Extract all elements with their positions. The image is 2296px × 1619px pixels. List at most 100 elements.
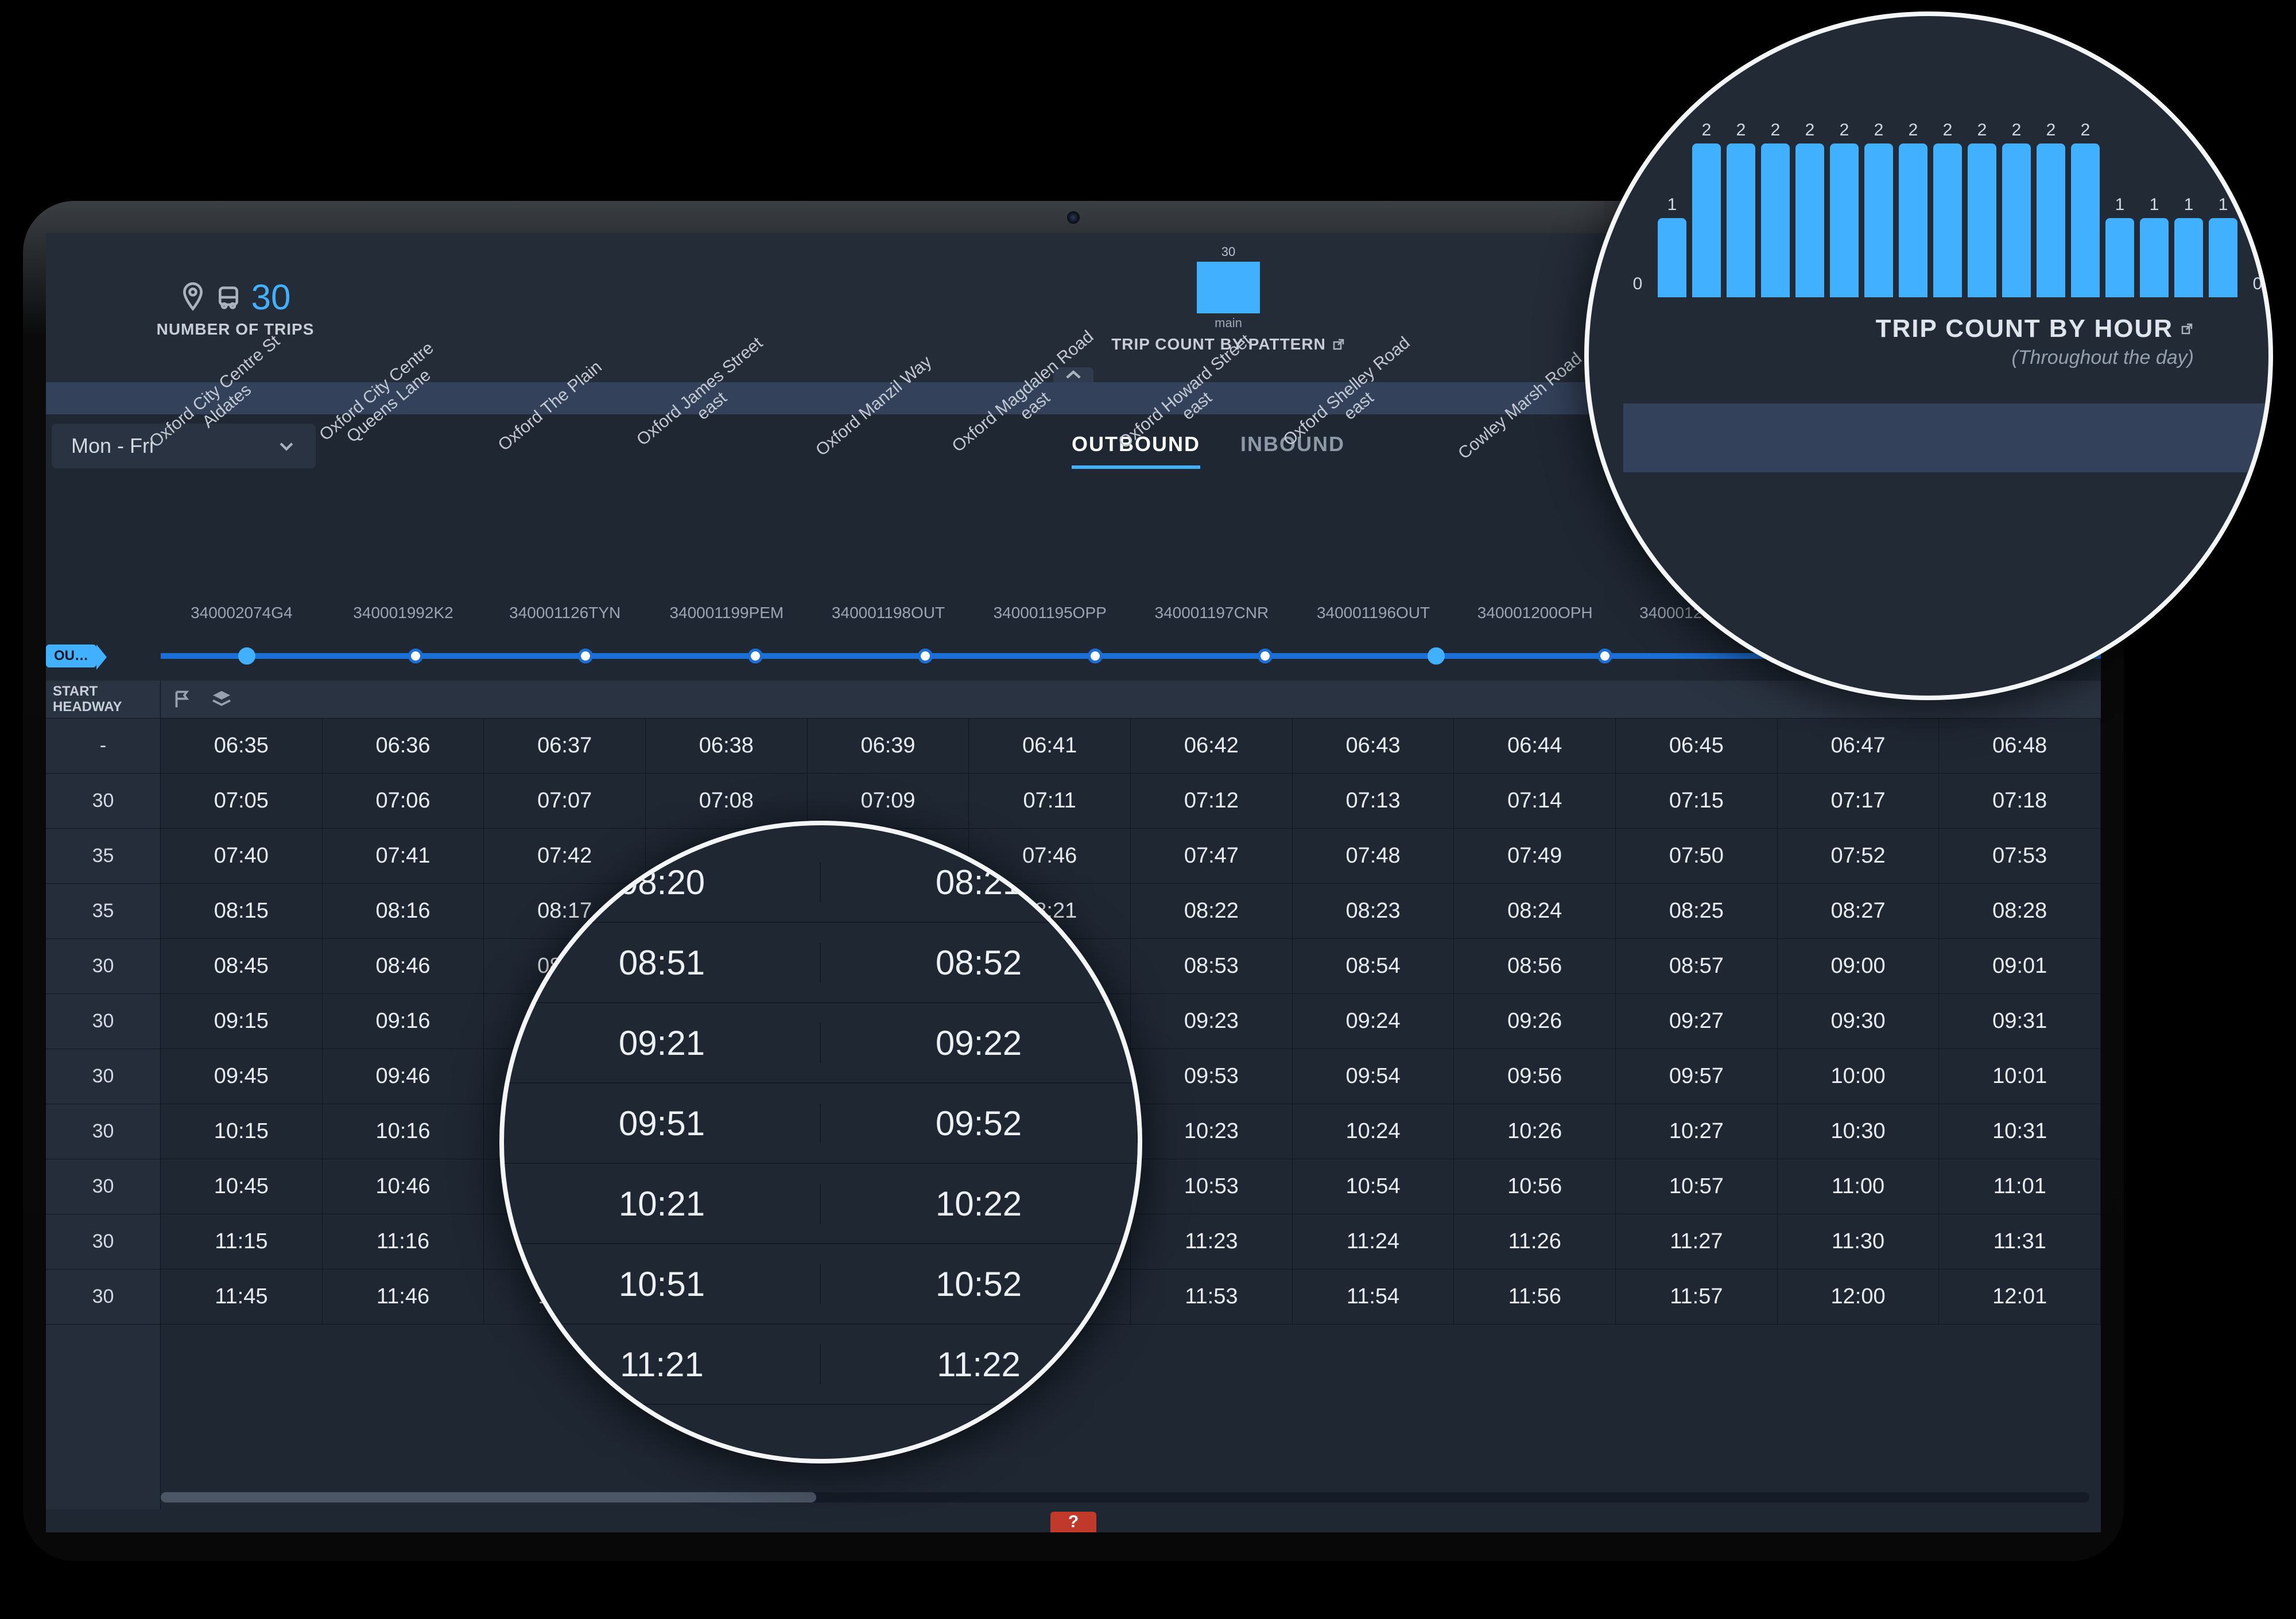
time-cell[interactable]: 11:00 [1778,1159,1940,1214]
time-cell[interactable]: 10:53 [1131,1159,1293,1214]
time-cell[interactable]: 10:01 [1939,1049,2101,1104]
stop-node[interactable] [1597,649,1612,663]
time-cell[interactable]: 11:26 [1454,1214,1616,1269]
time-cell[interactable]: 09:00 [1778,939,1940,993]
time-cell[interactable]: 07:13 [1293,774,1455,828]
time-cell[interactable]: 10:00 [1778,1049,1940,1104]
time-cell[interactable]: 09:27 [1616,994,1778,1049]
time-cell[interactable]: 10:56 [1454,1159,1616,1214]
time-cell[interactable]: 09:16 [323,994,484,1049]
time-cell[interactable]: 07:07 [484,774,646,828]
time-cell[interactable]: 06:38 [646,719,808,773]
time-cell[interactable]: 07:12 [1131,774,1293,828]
stop-node[interactable] [1428,647,1445,665]
stop-node[interactable] [1258,649,1273,663]
time-cell[interactable]: 10:57 [1616,1159,1778,1214]
time-cell[interactable]: 07:50 [1616,829,1778,883]
time-cell[interactable]: 07:09 [808,774,969,828]
time-cell[interactable]: 06:37 [484,719,646,773]
time-cell[interactable]: 07:15 [1616,774,1778,828]
time-cell[interactable]: 08:23 [1293,884,1455,938]
time-cell[interactable]: 08:45 [161,939,323,993]
time-cell[interactable]: 06:44 [1454,719,1616,773]
time-cell[interactable]: 09:46 [323,1049,484,1104]
time-cell[interactable]: 11:30 [1778,1214,1940,1269]
time-cell[interactable]: 06:41 [969,719,1131,773]
time-cell[interactable]: 08:27 [1778,884,1940,938]
time-cell[interactable]: 07:08 [646,774,808,828]
stop-node[interactable] [578,649,593,663]
time-cell[interactable]: 09:01 [1939,939,2101,993]
time-cell[interactable]: 10:27 [1616,1104,1778,1159]
time-cell[interactable]: 09:57 [1616,1049,1778,1104]
time-cell[interactable]: 11:16 [323,1214,484,1269]
stop-node[interactable] [748,649,763,663]
time-cell[interactable]: 11:01 [1939,1159,2101,1214]
time-cell[interactable]: 06:35 [161,719,323,773]
time-cell[interactable]: 07:41 [323,829,484,883]
time-cell[interactable]: 07:11 [969,774,1131,828]
time-cell[interactable]: 08:16 [323,884,484,938]
time-cell[interactable]: 11:54 [1293,1269,1455,1324]
time-cell[interactable]: 07:49 [1454,829,1616,883]
time-cell[interactable]: 10:30 [1778,1104,1940,1159]
time-cell[interactable]: 08:24 [1454,884,1616,938]
time-cell[interactable]: 06:48 [1939,719,2101,773]
time-cell[interactable]: 10:45 [161,1159,323,1214]
time-cell[interactable]: 06:39 [808,719,969,773]
time-cell[interactable]: 11:45 [161,1269,323,1324]
stop-node[interactable] [918,649,933,663]
time-cell[interactable]: 08:22 [1131,884,1293,938]
time-cell[interactable]: 06:47 [1778,719,1940,773]
time-cell[interactable]: 09:56 [1454,1049,1616,1104]
time-cell[interactable]: 07:52 [1778,829,1940,883]
time-cell[interactable]: 11:15 [161,1214,323,1269]
time-cell[interactable]: 11:56 [1454,1269,1616,1324]
horizontal-scrollbar[interactable] [161,1492,2089,1502]
time-cell[interactable]: 06:43 [1293,719,1455,773]
time-cell[interactable]: 07:47 [1131,829,1293,883]
time-cell[interactable]: 06:42 [1131,719,1293,773]
time-cell[interactable]: 07:14 [1454,774,1616,828]
time-cell[interactable]: 11:31 [1939,1214,2101,1269]
time-cell[interactable]: 07:05 [161,774,323,828]
time-cell[interactable]: 09:54 [1293,1049,1455,1104]
time-cell[interactable]: 09:24 [1293,994,1455,1049]
time-cell[interactable]: 06:45 [1616,719,1778,773]
time-cell[interactable]: 11:53 [1131,1269,1293,1324]
time-cell[interactable]: 08:57 [1616,939,1778,993]
time-cell[interactable]: 09:30 [1778,994,1940,1049]
time-cell[interactable]: 09:15 [161,994,323,1049]
time-cell[interactable]: 07:40 [161,829,323,883]
time-cell[interactable]: 12:00 [1778,1269,1940,1324]
time-cell[interactable]: 09:45 [161,1049,323,1104]
help-button[interactable]: ? [1050,1512,1096,1532]
time-cell[interactable]: 08:53 [1131,939,1293,993]
flag-icon[interactable] [172,689,193,710]
time-cell[interactable]: 10:16 [323,1104,484,1159]
scrollbar-thumb[interactable] [161,1492,816,1502]
time-cell[interactable]: 10:31 [1939,1104,2101,1159]
time-cell[interactable]: 07:53 [1939,829,2101,883]
time-cell[interactable]: 07:17 [1778,774,1940,828]
time-cell[interactable]: 08:15 [161,884,323,938]
time-cell[interactable]: 08:25 [1616,884,1778,938]
time-cell[interactable]: 07:48 [1293,829,1455,883]
time-cell[interactable]: 10:54 [1293,1159,1455,1214]
time-cell[interactable]: 11:57 [1616,1269,1778,1324]
time-cell[interactable]: 10:46 [323,1159,484,1214]
time-cell[interactable]: 07:06 [323,774,484,828]
time-cell[interactable]: 11:24 [1293,1214,1455,1269]
time-cell[interactable]: 06:36 [323,719,484,773]
time-cell[interactable]: 08:28 [1939,884,2101,938]
time-cell[interactable]: 09:23 [1131,994,1293,1049]
time-cell[interactable]: 08:56 [1454,939,1616,993]
time-cell[interactable]: 08:54 [1293,939,1455,993]
time-cell[interactable]: 12:01 [1939,1269,2101,1324]
popout-icon[interactable] [2180,322,2194,336]
stop-node[interactable] [238,647,255,665]
time-cell[interactable]: 10:15 [161,1104,323,1159]
time-cell[interactable]: 09:26 [1454,994,1616,1049]
time-cell[interactable]: 08:46 [323,939,484,993]
direction-chip[interactable]: OU… [46,645,96,667]
